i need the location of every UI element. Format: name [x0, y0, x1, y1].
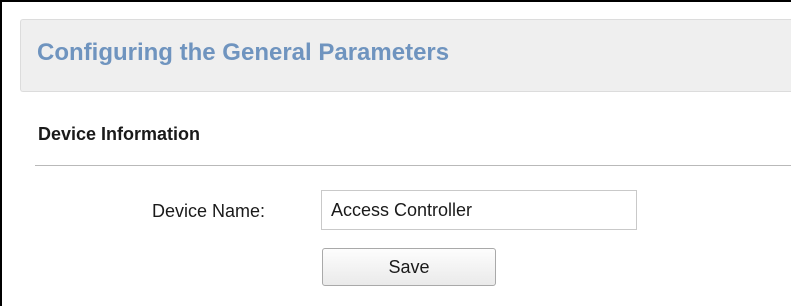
- page-title: Configuring the General Parameters: [37, 39, 450, 66]
- device-name-input[interactable]: [321, 190, 637, 230]
- section-title-device-information: Device Information: [38, 124, 201, 144]
- save-button[interactable]: Save: [322, 248, 496, 286]
- header-bar: Configuring the General Parameters: [20, 19, 791, 92]
- content-frame: Configuring the General Parameters Devic…: [0, 0, 791, 306]
- section-divider: [35, 165, 791, 166]
- device-name-label: Device Name:: [152, 201, 266, 221]
